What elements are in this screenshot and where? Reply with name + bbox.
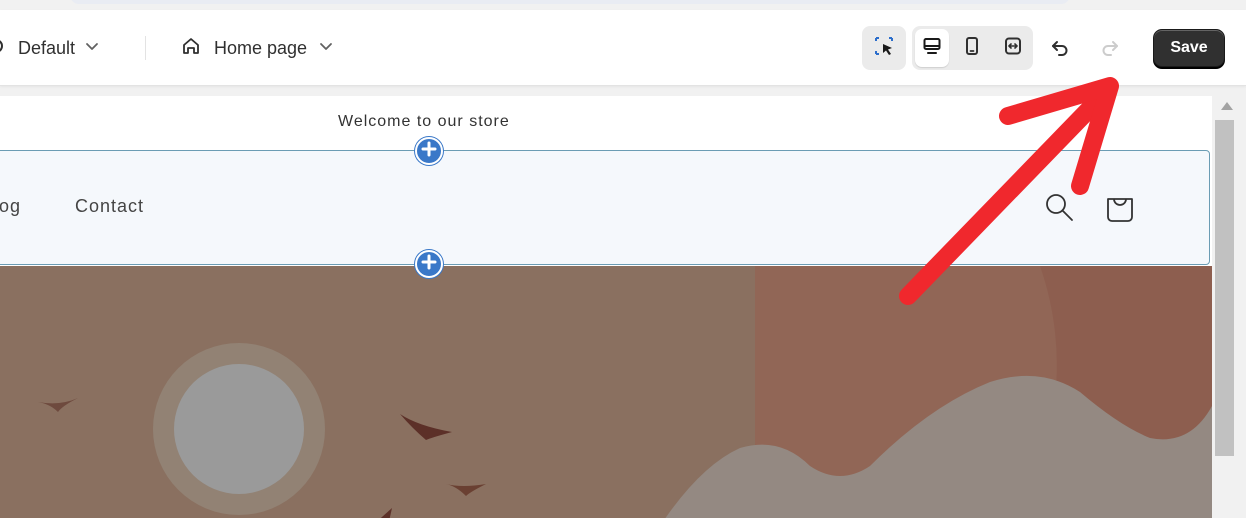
- nav-link-contact[interactable]: Contact: [75, 196, 144, 217]
- device-preview-group: [912, 26, 1033, 70]
- theme-icon: [0, 36, 8, 61]
- cart-icon[interactable]: [1105, 191, 1135, 223]
- redo-button[interactable]: [1096, 36, 1124, 64]
- store-header-section[interactable]: talog Contact: [0, 150, 1210, 265]
- mobile-icon: [962, 36, 982, 61]
- search-icon[interactable]: [1045, 193, 1075, 223]
- select-element-icon: [873, 35, 895, 62]
- inspector-toggle-group: [862, 26, 906, 70]
- mobile-view-button[interactable]: [955, 29, 989, 67]
- inspector-button[interactable]: [865, 29, 903, 67]
- desktop-view-button[interactable]: [915, 29, 950, 67]
- undo-button[interactable]: [1046, 36, 1074, 64]
- plus-icon: [421, 254, 437, 275]
- hero-illustration: [0, 266, 1212, 518]
- page-label: Home page: [214, 37, 308, 58]
- theme-label: Default: [18, 37, 76, 58]
- store-preview: Welcome to our store talog Contact: [0, 96, 1212, 518]
- editor-toolbar: Default Home page Save: [0, 10, 1246, 86]
- redo-icon: [1100, 38, 1120, 63]
- add-section-button[interactable]: [415, 250, 443, 278]
- preview-scrollbar[interactable]: [1212, 96, 1246, 518]
- plus-icon: [421, 141, 437, 162]
- announcement-text: Welcome to our store: [338, 113, 510, 130]
- fullscreen-view-button[interactable]: [996, 29, 1030, 67]
- announcement-bar[interactable]: Welcome to our store: [0, 96, 1212, 150]
- browser-top-strip: [0, 0, 1246, 10]
- theme-selector[interactable]: Default: [0, 33, 99, 63]
- toolbar-divider: [145, 36, 146, 60]
- browser-url-bar[interactable]: [70, 0, 1070, 4]
- save-button[interactable]: Save: [1153, 29, 1225, 67]
- undo-icon: [1050, 38, 1070, 63]
- hero-image-banner[interactable]: [0, 266, 1212, 518]
- scroll-thumb[interactable]: [1215, 120, 1234, 456]
- home-icon: [180, 35, 202, 62]
- chevron-down-icon: [85, 39, 99, 57]
- add-section-button[interactable]: [415, 137, 443, 165]
- scroll-up-arrow-icon[interactable]: [1221, 102, 1233, 110]
- nav-link-catalog[interactable]: talog: [0, 196, 21, 217]
- chevron-down-icon: [319, 39, 333, 57]
- desktop-icon: [922, 36, 942, 61]
- page-selector[interactable]: Home page: [180, 33, 333, 63]
- fullscreen-icon: [1003, 36, 1023, 61]
